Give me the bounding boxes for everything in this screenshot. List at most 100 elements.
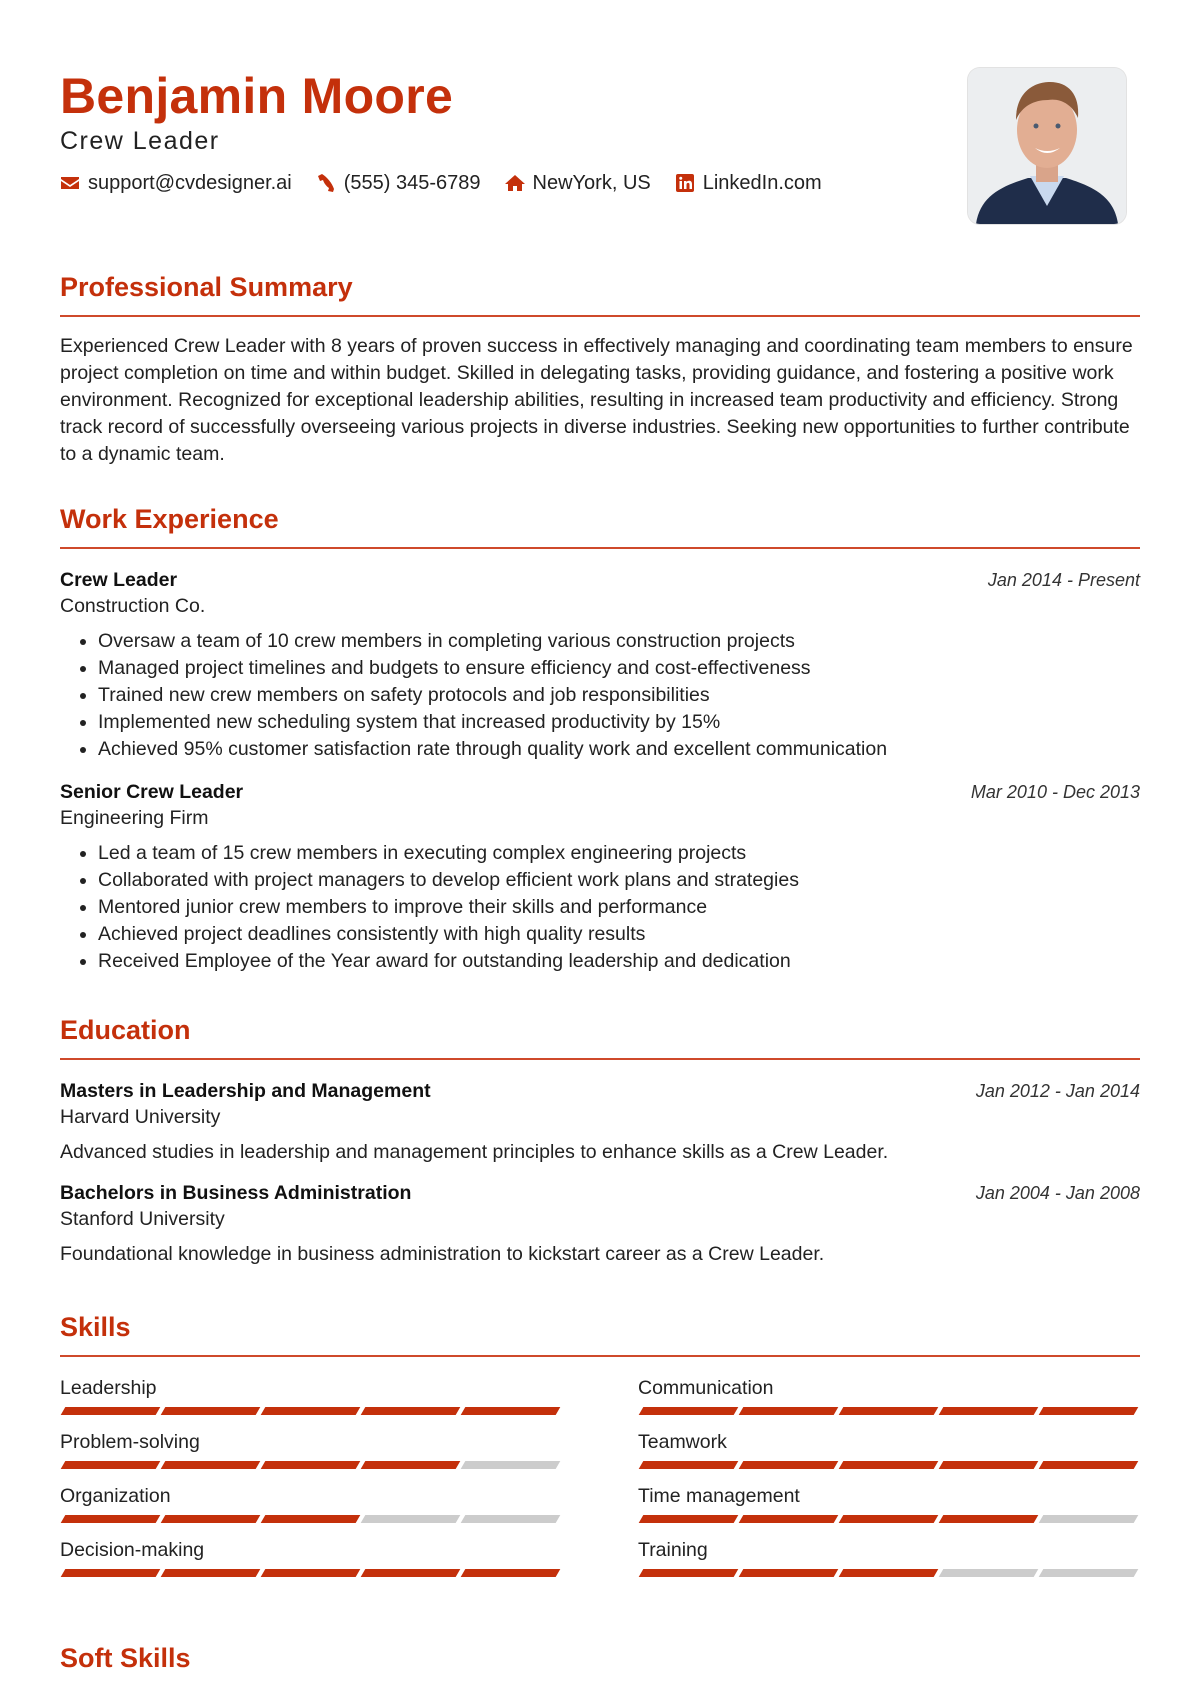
- job-bullet: Managed project timelines and budgets to…: [98, 655, 1140, 682]
- skill-name: Leadership: [60, 1377, 157, 1399]
- skill-segment-filled: [838, 1515, 939, 1523]
- job-entry: Crew Leader Jan 2014 - Present Construct…: [60, 567, 1140, 763]
- skill-segment-empty: [460, 1515, 561, 1523]
- summary-section: Professional Summary Experienced Crew Le…: [60, 270, 1140, 468]
- skill-name: Organization: [60, 1485, 171, 1507]
- envelope-icon: [60, 173, 80, 193]
- skills-heading: Skills: [60, 1312, 131, 1342]
- school-name: Stanford University: [60, 1208, 225, 1230]
- education-description: Advanced studies in leadership and manag…: [60, 1141, 889, 1163]
- contact-location: NewYork, US: [504, 170, 651, 196]
- job-bullet: Achieved 95% customer satisfaction rate …: [98, 736, 1140, 763]
- job-bullet: Implemented new scheduling system that i…: [98, 709, 1140, 736]
- skill-segment-filled: [160, 1515, 261, 1523]
- skill-segment-filled: [60, 1461, 161, 1469]
- skill-level-bar: [638, 1515, 1139, 1523]
- summary-text: Experienced Crew Leader with 8 years of …: [60, 335, 1133, 465]
- soft-skills-section: Soft Skills: [60, 1641, 1140, 1675]
- skill-segment-filled: [838, 1407, 939, 1415]
- skill-segment-filled: [638, 1569, 739, 1577]
- skill-item: Time management: [638, 1483, 1139, 1523]
- skill-name: Decision-making: [60, 1539, 205, 1561]
- job-title: Senior Crew Leader: [60, 781, 244, 803]
- job-entry: Senior Crew Leader Mar 2010 - Dec 2013 E…: [60, 779, 1140, 975]
- education-dates: Jan 2004 - Jan 2008: [975, 1183, 1140, 1203]
- job-bullet: Collaborated with project managers to de…: [98, 867, 1140, 894]
- section-divider: [60, 1355, 1140, 1357]
- skill-item: Problem-solving: [60, 1429, 561, 1469]
- candidate-name: Benjamin Moore: [60, 68, 454, 124]
- home-icon: [504, 173, 525, 193]
- skill-segment-empty: [360, 1515, 461, 1523]
- skill-segment-filled: [938, 1407, 1039, 1415]
- experience-heading: Work Experience: [60, 504, 279, 534]
- skill-name: Training: [638, 1539, 708, 1561]
- skill-segment-filled: [460, 1407, 561, 1415]
- contact-email-text: support@cvdesigner.ai: [88, 172, 292, 194]
- skill-level-bar: [60, 1515, 561, 1523]
- section-divider: [60, 315, 1140, 317]
- skill-level-bar: [60, 1407, 561, 1415]
- education-dates: Jan 2012 - Jan 2014: [975, 1081, 1140, 1101]
- skill-name: Problem-solving: [60, 1431, 200, 1453]
- skill-segment-filled: [938, 1515, 1039, 1523]
- skill-segment-filled: [60, 1407, 161, 1415]
- skill-item: Communication: [638, 1375, 1139, 1415]
- skill-segment-filled: [260, 1515, 361, 1523]
- skill-segment-filled: [160, 1569, 261, 1577]
- skill-level-bar: [638, 1461, 1139, 1469]
- skill-segment-filled: [738, 1515, 839, 1523]
- job-bullet: Mentored junior crew members to improve …: [98, 894, 1140, 921]
- skill-segment-filled: [938, 1461, 1039, 1469]
- skill-segment-filled: [260, 1569, 361, 1577]
- section-divider: [60, 1058, 1140, 1060]
- skill-segment-filled: [838, 1461, 939, 1469]
- job-company: Engineering Firm: [60, 807, 209, 829]
- skill-segment-empty: [1038, 1515, 1139, 1523]
- skill-segment-filled: [60, 1515, 161, 1523]
- skill-segment-filled: [160, 1407, 261, 1415]
- skill-segment-filled: [360, 1407, 461, 1415]
- skill-segment-filled: [1038, 1407, 1139, 1415]
- skill-name: Time management: [638, 1485, 800, 1507]
- job-dates: Jan 2014 - Present: [987, 570, 1140, 590]
- skill-item: Organization: [60, 1483, 561, 1523]
- skill-segment-filled: [838, 1569, 939, 1577]
- linkedin-icon: [675, 173, 695, 193]
- contact-list: support@cvdesigner.ai (555) 345-6789 New…: [60, 170, 822, 196]
- job-bullet: Oversaw a team of 10 crew members in com…: [98, 628, 1140, 655]
- skill-item: Training: [638, 1537, 1139, 1577]
- skill-level-bar: [638, 1407, 1139, 1415]
- job-company: Construction Co.: [60, 595, 206, 617]
- job-bullet: Trained new crew members on safety proto…: [98, 682, 1140, 709]
- skill-segment-filled: [460, 1569, 561, 1577]
- contact-phone[interactable]: (555) 345-6789: [316, 170, 481, 196]
- skill-segment-empty: [1038, 1569, 1139, 1577]
- skills-grid: Leadership Communication Problem-solving Te…: [60, 1375, 1140, 1577]
- skill-segment-empty: [938, 1569, 1039, 1577]
- summary-heading: Professional Summary: [60, 272, 353, 302]
- contact-linkedin-text: LinkedIn.com: [702, 172, 822, 194]
- resume-header: Benjamin Moore Crew Leader support@cvdes…: [60, 0, 1140, 250]
- education-description: Foundational knowledge in business admin…: [60, 1243, 825, 1265]
- skill-level-bar: [638, 1569, 1139, 1577]
- experience-section: Work Experience Crew Leader Jan 2014 - P…: [60, 502, 1140, 975]
- skills-section: Skills Leadership Communication Problem-so…: [60, 1310, 1140, 1577]
- contact-email[interactable]: support@cvdesigner.ai: [60, 170, 292, 196]
- job-bullet: Achieved project deadlines consistently …: [98, 921, 1140, 948]
- education-section: Education Masters in Leadership and Mana…: [60, 1013, 1140, 1268]
- skill-segment-filled: [60, 1569, 161, 1577]
- soft-skills-heading: Soft Skills: [60, 1643, 191, 1673]
- skill-segment-filled: [738, 1407, 839, 1415]
- education-entry: Bachelors in Business Administration Jan…: [60, 1180, 1140, 1268]
- skill-item: Decision-making: [60, 1537, 561, 1577]
- skill-segment-filled: [160, 1461, 261, 1469]
- skill-segment-filled: [738, 1569, 839, 1577]
- contact-location-text: NewYork, US: [532, 172, 651, 194]
- candidate-title: Crew Leader: [60, 127, 220, 155]
- job-bullet: Received Employee of the Year award for …: [98, 948, 1140, 975]
- section-divider: [60, 547, 1140, 549]
- skill-segment-filled: [1038, 1461, 1139, 1469]
- education-list: Masters in Leadership and Management Jan…: [60, 1078, 1140, 1268]
- contact-linkedin[interactable]: LinkedIn.com: [675, 170, 822, 196]
